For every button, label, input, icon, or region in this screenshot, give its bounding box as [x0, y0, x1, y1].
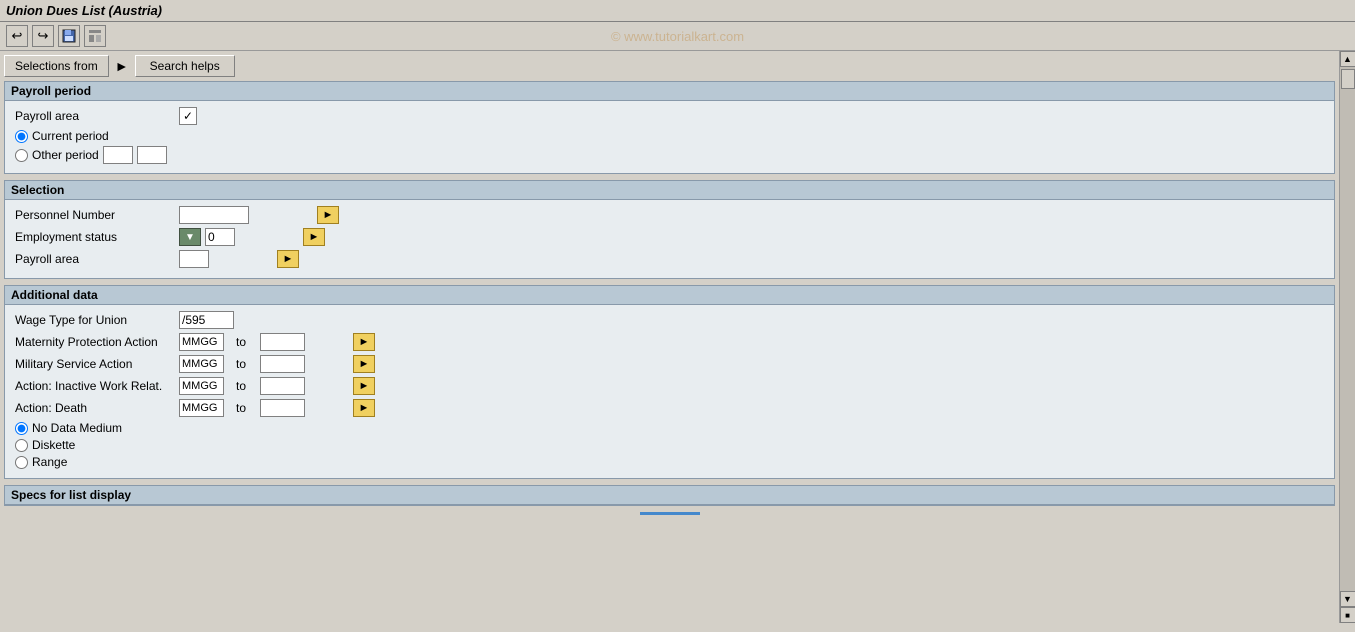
scroll-thumb[interactable] [1341, 69, 1355, 89]
selection-payroll-area-row: Payroll area ► [15, 250, 1324, 268]
other-period-field2[interactable] [137, 146, 167, 164]
other-period-field1[interactable] [103, 146, 133, 164]
no-data-medium-row: No Data Medium [15, 421, 1324, 435]
diskette-radio[interactable] [15, 439, 28, 452]
maternity-from-display: MMGG [179, 333, 224, 351]
watermark: © www.tutorialkart.com [611, 29, 744, 44]
personnel-number-label: Personnel Number [15, 208, 175, 222]
payroll-period-section: Payroll period Payroll area ✓ Current pe… [4, 81, 1335, 174]
search-helps-button[interactable]: Search helps [135, 55, 235, 77]
page-title: Union Dues List (Austria) [6, 3, 162, 18]
scroll-track[interactable] [1340, 67, 1355, 591]
payroll-area-arrow-btn[interactable]: ► [277, 250, 299, 268]
buttons-row: Selections from ► Search helps [4, 55, 1335, 77]
maternity-to-label: to [236, 335, 256, 349]
military-row: Military Service Action MMGG to ► [15, 355, 1324, 373]
back-icon[interactable]: ↩ [6, 25, 28, 47]
current-period-radio[interactable] [15, 130, 28, 143]
payroll-area-label: Payroll area [15, 109, 175, 123]
military-label: Military Service Action [15, 357, 175, 371]
payroll-period-header: Payroll period [5, 82, 1334, 101]
death-row: Action: Death MMGG to ► [15, 399, 1324, 417]
military-to-input[interactable] [260, 355, 305, 373]
current-period-label: Current period [32, 129, 109, 143]
toolbar: ↩ ↪ © www.tutorialkart.com [0, 22, 1355, 51]
personnel-number-row: Personnel Number ► [15, 206, 1324, 224]
no-data-medium-label: No Data Medium [32, 421, 122, 435]
death-to-input[interactable] [260, 399, 305, 417]
inactive-from-display: MMGG [179, 377, 224, 395]
other-period-row: Other period [15, 146, 1324, 164]
title-bar: Union Dues List (Austria) [0, 0, 1355, 22]
wage-type-label: Wage Type for Union [15, 313, 175, 327]
bottom-blue-indicator [640, 512, 700, 515]
military-to-label: to [236, 357, 256, 371]
inactive-to-input[interactable] [260, 377, 305, 395]
death-from-display: MMGG [179, 399, 224, 417]
specs-header: Specs for list display [5, 486, 1334, 505]
wage-type-row: Wage Type for Union [15, 311, 1324, 329]
no-data-medium-radio[interactable] [15, 422, 28, 435]
employment-status-label: Employment status [15, 230, 175, 244]
scrollbar[interactable]: ▲ ▼ ■ [1339, 51, 1355, 623]
scroll-down-btn[interactable]: ▼ [1340, 591, 1355, 607]
death-label: Action: Death [15, 401, 175, 415]
range-row: Range [15, 455, 1324, 469]
inactive-arrow-btn[interactable]: ► [353, 377, 375, 395]
diskette-row: Diskette [15, 438, 1324, 452]
specs-section: Specs for list display [4, 485, 1335, 506]
maternity-to-input[interactable] [260, 333, 305, 351]
other-period-label: Other period [32, 148, 99, 162]
death-to-label: to [236, 401, 256, 415]
wage-type-input[interactable] [179, 311, 234, 329]
death-arrow-btn[interactable]: ► [353, 399, 375, 417]
diskette-label: Diskette [32, 438, 75, 452]
forward-icon[interactable]: ↪ [32, 25, 54, 47]
personnel-number-input[interactable] [179, 206, 249, 224]
range-label: Range [32, 455, 67, 469]
selection-section: Selection Personnel Number ► Employment … [4, 180, 1335, 279]
personnel-number-arrow-btn[interactable]: ► [317, 206, 339, 224]
employment-status-input[interactable] [205, 228, 235, 246]
range-radio[interactable] [15, 456, 28, 469]
military-from-display: MMGG [179, 355, 224, 373]
military-arrow-btn[interactable]: ► [353, 355, 375, 373]
maternity-arrow-btn[interactable]: ► [353, 333, 375, 351]
additional-data-section: Additional data Wage Type for Union Mate… [4, 285, 1335, 479]
scroll-resize-handle[interactable]: ■ [1340, 607, 1355, 623]
selections-from-button[interactable]: Selections from [4, 55, 109, 77]
maternity-label: Maternity Protection Action [15, 335, 175, 349]
inactive-row: Action: Inactive Work Relat. MMGG to ► [15, 377, 1324, 395]
maternity-row: Maternity Protection Action MMGG to ► [15, 333, 1324, 351]
selection-header: Selection [5, 181, 1334, 200]
scroll-up-btn[interactable]: ▲ [1340, 51, 1355, 67]
employment-status-icon[interactable]: ▼ [179, 228, 201, 246]
selection-payroll-area-label: Payroll area [15, 252, 175, 266]
employment-status-arrow-btn[interactable]: ► [303, 228, 325, 246]
additional-data-header: Additional data [5, 286, 1334, 305]
inactive-to-label: to [236, 379, 256, 393]
other-period-radio[interactable] [15, 149, 28, 162]
layout-icon[interactable] [84, 25, 106, 47]
selection-payroll-area-input[interactable] [179, 250, 209, 268]
current-period-row: Current period [15, 129, 1324, 143]
payroll-area-row: Payroll area ✓ [15, 107, 1324, 125]
save-icon[interactable] [58, 25, 80, 47]
payroll-area-checkbox[interactable]: ✓ [179, 107, 197, 125]
inactive-label: Action: Inactive Work Relat. [15, 379, 175, 393]
arrow-separator-icon: ► [111, 55, 133, 77]
employment-status-row: Employment status ▼ ► [15, 228, 1324, 246]
